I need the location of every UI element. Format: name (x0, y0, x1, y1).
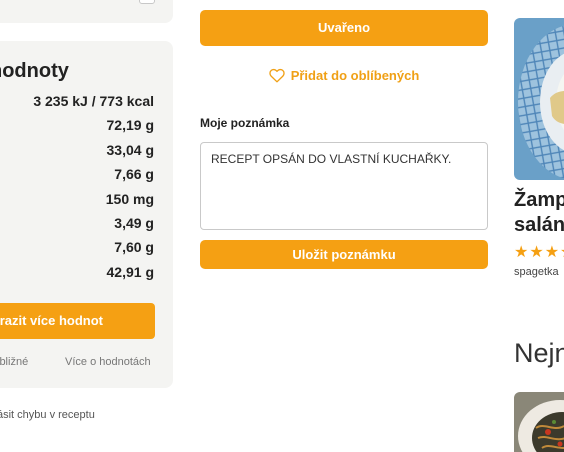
recipe-card-author[interactable]: spagetka (514, 266, 559, 278)
section-heading: Nejn (514, 338, 564, 368)
recipe-card-image[interactable] (514, 392, 564, 452)
heart-icon (269, 68, 285, 83)
nutrition-value: 150 mg (105, 191, 154, 207)
nutrition-value: 7,66 g (114, 166, 154, 182)
favorite-label: Přidat do oblíbených (290, 67, 420, 83)
save-note-button[interactable]: Uložit poznámku (200, 240, 488, 269)
checkbox[interactable] (139, 0, 155, 4)
nutrition-value: 3,49 g (114, 215, 154, 231)
nutrition-title: hodnoty (0, 60, 69, 82)
nutrition-value: 33,04 g (106, 142, 154, 158)
recipe-card-title-line: salán (514, 214, 564, 236)
approx-note: ibližné (0, 356, 29, 368)
note-textarea[interactable] (200, 142, 488, 230)
recipe-card-title[interactable]: Žamp salán (514, 188, 564, 238)
nutrition-value: 72,19 g (106, 117, 154, 133)
add-to-favorites-link[interactable]: Přidat do oblíbených (200, 64, 488, 86)
nutrition-energy: 3 235 kJ / 773 kcal (33, 93, 154, 109)
about-values-link[interactable]: Více o hodnotách (65, 356, 151, 368)
recipe-card-title-line: Žamp (514, 189, 564, 211)
cooked-button[interactable]: Uvařeno (200, 10, 488, 46)
nutrition-value: 42,91 g (106, 264, 154, 280)
report-error-link[interactable]: ásit chybu v receptu (0, 409, 95, 421)
nutrition-value: 7,60 g (114, 239, 154, 255)
note-label: Moje poznámka (200, 116, 290, 130)
show-more-values-button[interactable]: razit více hodnot (0, 303, 155, 339)
recipe-card-image[interactable] (514, 18, 564, 180)
rating-stars: ★★★★ (514, 244, 564, 261)
